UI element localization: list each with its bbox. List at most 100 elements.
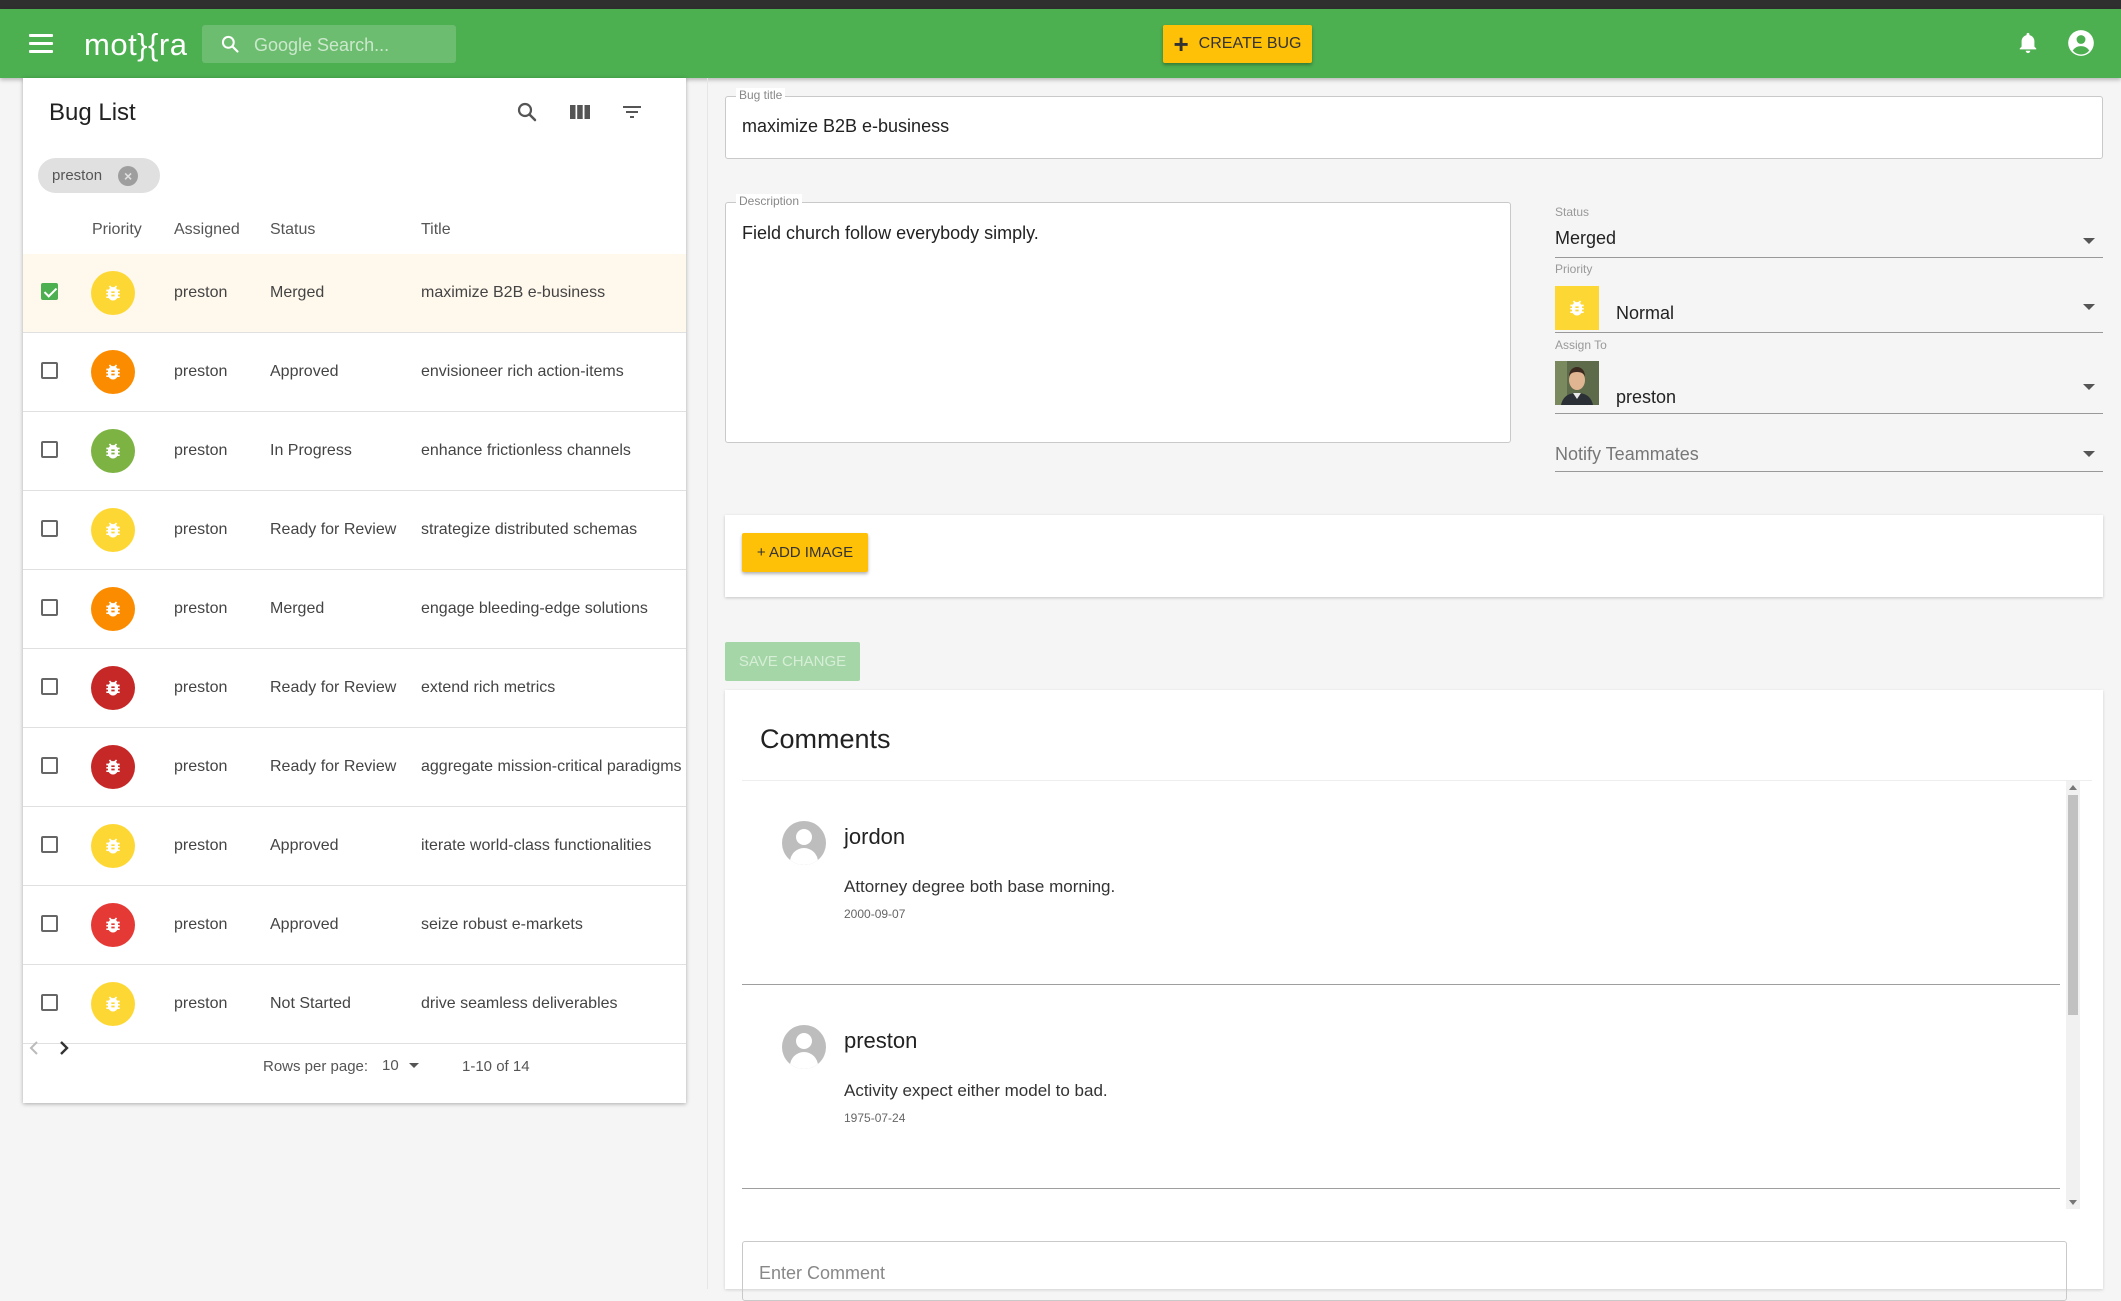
scrollbar-thumb[interactable] [2068,795,2078,1015]
rows-per-page-select[interactable]: 10 [382,1057,419,1074]
table-row[interactable]: preston Approved iterate world-class funct… [23,807,686,886]
dropdown-arrow-icon [2083,451,2095,457]
previous-page-icon[interactable] [23,1036,47,1060]
table-row[interactable]: preston Ready for Review aggregate mission… [23,728,686,807]
comments-scrollbar[interactable] [2066,781,2080,1209]
comments-card: Comments jordon Attorney degree both bas… [725,690,2103,1301]
priority-select[interactable]: Normal [1555,300,2103,333]
create-bug-button[interactable]: + CREATE BUG [1163,25,1312,63]
description-textarea[interactable]: Field church follow everybody simply. [740,221,1494,425]
bug-title-input[interactable] [740,115,2084,138]
google-search-box[interactable] [202,25,456,63]
status-cell: In Progress [270,442,352,459]
priority-bug-icon [91,824,135,868]
add-image-button[interactable]: + ADD IMAGE [742,533,868,572]
row-checkbox[interactable] [41,994,58,1011]
table-row[interactable]: preston Ready for Review strategize distri… [23,491,686,570]
priority-bug-icon [91,982,135,1026]
assigned-cell: preston [174,995,228,1012]
table-pagination: Rows per page: 10 1-10 of 14 [23,1036,686,1102]
row-checkbox[interactable] [41,362,58,379]
status-cell: Ready for Review [270,679,397,696]
assigned-cell: preston [174,916,228,933]
comment-author: jordon [844,824,906,849]
assigned-cell: preston [174,284,228,301]
table-header: Priority Assigned Status Title [23,206,686,255]
notify-teammates-placeholder: Notify Teammates [1555,444,1699,464]
title-cell: drive seamless deliverables [421,995,618,1012]
dropdown-arrow-icon [2083,384,2095,390]
view-columns-icon[interactable] [568,100,592,124]
status-cell: Merged [270,284,325,301]
user-avatar-icon [782,1025,826,1069]
comment-input-field[interactable] [742,1241,2067,1301]
assigned-cell: preston [174,600,228,617]
title-cell: envisioneer rich action-items [421,363,624,380]
priority-bug-icon [91,508,135,552]
row-checkbox[interactable] [41,915,58,932]
assigned-cell: preston [174,442,228,459]
bug-title-field[interactable]: Bug title [725,88,2103,159]
image-upload-card: + ADD IMAGE [725,515,2103,597]
assign-to-select[interactable]: preston [1555,363,2103,414]
row-checkbox[interactable] [41,757,58,774]
row-checkbox[interactable] [41,599,58,616]
column-header-title[interactable]: Title [421,206,451,254]
comment-item: jordon Attorney degree both base morning… [742,781,2060,985]
assigned-cell: preston [174,363,228,380]
search-icon[interactable] [515,100,539,124]
google-search-input[interactable] [252,31,451,59]
comment-input[interactable] [757,1262,2051,1285]
column-header-priority[interactable]: Priority [92,206,142,254]
status-select[interactable]: Merged [1555,226,2103,258]
priority-bug-icon [91,429,135,473]
status-cell: Merged [270,600,325,617]
comment-date: 2000-09-07 [844,907,906,921]
table-row[interactable]: preston Ready for Review extend rich metri… [23,649,686,728]
row-checkbox[interactable] [41,836,58,853]
description-field[interactable]: Description Field church follow everybod… [725,194,1511,443]
priority-bug-icon [91,587,135,631]
menu-icon[interactable] [29,34,53,54]
status-value: Merged [1555,228,1617,248]
table-row[interactable]: preston Not Started drive seamless deliver… [23,965,686,1044]
scroll-down-arrow-icon[interactable] [2069,1200,2077,1205]
save-change-button[interactable]: SAVE CHANGE [725,642,860,681]
brand-logo[interactable]: mot}{ra [84,27,187,63]
filter-chip[interactable]: preston × [38,158,160,193]
column-header-status[interactable]: Status [270,206,315,254]
row-checkbox[interactable] [41,520,58,537]
title-cell: strategize distributed schemas [421,521,638,538]
row-checkbox[interactable] [41,283,58,300]
chip-remove-icon[interactable]: × [118,165,139,186]
dropdown-arrow-icon [2083,304,2095,310]
priority-value: Normal [1616,303,1675,323]
priority-bug-icon [91,666,135,710]
filter-chip-label: preston [52,167,103,184]
comments-list: jordon Attorney degree both base morning… [742,780,2092,1209]
status-cell: Approved [270,837,339,854]
row-checkbox[interactable] [41,441,58,458]
next-page-icon[interactable] [51,1036,75,1060]
notify-teammates-select[interactable]: Notify Teammates [1555,440,2103,472]
table-row[interactable]: preston Approved seize robust e-markets [23,886,686,965]
status-cell: Approved [270,916,339,933]
assigned-cell: preston [174,837,228,854]
table-row[interactable]: preston Merged maximize B2B e-business [23,254,686,333]
account-circle-icon[interactable] [2067,29,2095,57]
assigned-cell: preston [174,679,228,696]
column-header-assigned[interactable]: Assigned [174,206,240,254]
table-body: preston Merged maximize B2B e-business pres… [23,254,686,1044]
table-row[interactable]: preston In Progress enhance frictionless c… [23,412,686,491]
notifications-bell-icon[interactable] [2017,31,2039,55]
comment-author: preston [844,1028,918,1053]
plus-icon: + [1173,29,1189,59]
title-cell: aggregate mission-critical paradigms [421,758,682,775]
table-row[interactable]: preston Approved envisioneer rich action-i… [23,333,686,412]
filter-list-icon[interactable] [620,100,644,124]
assigned-cell: preston [174,758,228,775]
row-checkbox[interactable] [41,678,58,695]
scroll-up-arrow-icon[interactable] [2069,785,2077,790]
table-row[interactable]: preston Merged engage bleeding-edge soluti… [23,570,686,649]
comment-date: 1975-07-24 [844,1111,906,1125]
